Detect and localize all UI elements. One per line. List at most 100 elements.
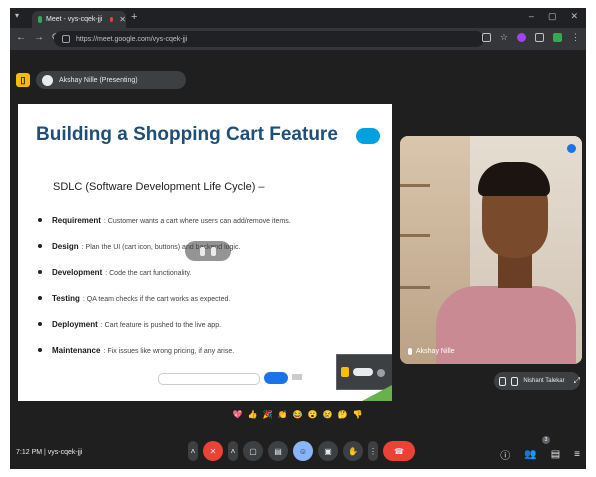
bullet-label: Maintenance <box>52 346 101 355</box>
reactions-bar: 💖 👍 🎉 👏 😂 😮 😢 🤔 👎 <box>232 409 363 420</box>
participant-hair <box>478 162 550 196</box>
tab-search-icon[interactable]: ▾ <box>15 11 19 20</box>
bullet-label: Development <box>52 268 103 277</box>
thinking-reaction-icon[interactable]: 🤔 <box>337 409 348 420</box>
slide-footer-graphic <box>362 385 392 401</box>
meeting-details: 7:12 PM | vys-cqek-jji <box>16 449 82 456</box>
end-call-button[interactable]: ☎ <box>383 441 415 461</box>
heart-reaction-icon[interactable]: 💖 <box>232 409 243 420</box>
bullet-icon <box>38 270 42 274</box>
list-item: Maintenance: Fix issues like wrong prici… <box>38 346 378 372</box>
bullet-text: : Cart feature is pushed to the live app… <box>100 322 222 329</box>
slide-bullet-list: Requirement: Customer wants a cart where… <box>38 216 378 372</box>
meeting-time: 7:12 PM <box>16 449 43 456</box>
chat-icon[interactable]: ▤ <box>551 449 560 460</box>
tab-close-icon[interactable]: ✕ <box>119 15 126 24</box>
meet-window: ▾ Meet - vys-cqek-jji ✕ + – ▢ ✕ ← → ⟳ ht… <box>10 8 586 469</box>
close-window-button[interactable]: ✕ <box>570 11 578 22</box>
list-item: Testing: QA team checks if the cart work… <box>38 294 378 320</box>
thumbs-down-reaction-icon[interactable]: 👎 <box>352 409 363 420</box>
recording-dot-icon <box>110 17 114 22</box>
participant-count-badge: 3 <box>542 436 550 444</box>
minimize-button[interactable]: – <box>529 11 534 22</box>
toolbar-icons: ☆ ⋮ <box>481 32 580 43</box>
bookmark-star-icon[interactable]: ☆ <box>500 32 508 43</box>
browser-toolbar: ← → ⟳ https://meet.google.com/vys-cqek-j… <box>10 28 586 50</box>
present-screen-button[interactable]: ▣ <box>318 441 338 461</box>
self-view-pill[interactable]: Nishant Talekar ⤢ <box>494 372 580 390</box>
bullet-icon <box>38 244 42 248</box>
forward-icon[interactable]: → <box>34 32 44 43</box>
bullet-label: Requirement <box>52 216 101 225</box>
mini-meet-logo-icon <box>341 367 349 377</box>
bullet-label: Deployment <box>52 320 98 329</box>
meet-bottom-bar: 7:12 PM | vys-cqek-jji ˄ ✕ ˄ ▢ ▤ ☺ ▣ ✋ ⋮… <box>10 436 586 469</box>
site-info-icon[interactable] <box>62 35 70 43</box>
expand-icon[interactable]: ⤢ <box>574 376 580 386</box>
extension-icon[interactable] <box>517 33 526 42</box>
thumbs-up-reaction-icon[interactable]: 👍 <box>247 409 258 420</box>
camera-options-button[interactable]: ˄ <box>228 441 238 461</box>
camera-permission-icon[interactable] <box>481 33 491 42</box>
address-url: https://meet.google.com/vys-cqek-jji <box>76 35 188 43</box>
surprised-reaction-icon[interactable]: 😮 <box>307 409 318 420</box>
address-bar[interactable]: https://meet.google.com/vys-cqek-jji <box>54 31 484 47</box>
info-icon[interactable]: ⓘ <box>500 447 510 462</box>
tile-options-icon[interactable] <box>567 144 576 153</box>
presenter-label: Akshay Nille (Presenting) <box>59 76 138 84</box>
bullet-icon <box>38 296 42 300</box>
bullet-text: : Code the cart functionality. <box>105 270 192 277</box>
slide-search-box <box>158 373 260 385</box>
back-icon[interactable]: ← <box>16 32 26 43</box>
more-options-button[interactable]: ⋮ <box>368 441 378 461</box>
shelf-line <box>400 234 430 237</box>
presenter-indicator[interactable]: Akshay Nille (Presenting) <box>36 71 186 89</box>
avatar <box>42 74 53 86</box>
hand-raise-button[interactable]: ☺ <box>293 441 313 461</box>
profile-icon[interactable] <box>553 33 562 42</box>
bullet-icon <box>38 348 42 352</box>
tab-title: Meet - vys-cqek-jji <box>46 16 103 23</box>
sad-reaction-icon[interactable]: 😢 <box>322 409 333 420</box>
meeting-code: vys-cqek-jji <box>47 449 83 456</box>
salesforce-logo-icon <box>356 128 380 144</box>
browser-tab-meet[interactable]: Meet - vys-cqek-jji ✕ <box>32 11 126 28</box>
mic-off-button[interactable]: ✕ <box>203 441 223 461</box>
presentation-overlay-controls[interactable] <box>185 241 231 261</box>
mini-presenter-bar <box>353 368 373 376</box>
bullet-label: Design <box>52 242 79 251</box>
self-view-camera-icon <box>511 376 519 386</box>
slide-button <box>264 372 288 384</box>
participant-body <box>436 286 576 364</box>
slide-link <box>292 374 302 380</box>
bullet-label: Testing <box>52 294 80 303</box>
bullet-text: : Customer wants a cart where users can … <box>103 218 291 225</box>
mini-control-icon <box>377 369 385 377</box>
shared-screen: Building a Shopping Cart Feature SDLC (S… <box>18 104 392 401</box>
participant-tile[interactable]: Akshay Nille <box>400 136 582 364</box>
slide-subtitle: SDLC (Software Development Life Cycle) – <box>53 181 265 193</box>
mic-icon[interactable] <box>200 246 205 256</box>
bullet-text: : QA team checks if the cart works as ex… <box>82 296 231 303</box>
captions-button[interactable]: ▤ <box>268 441 288 461</box>
pin-icon[interactable] <box>211 246 216 256</box>
new-tab-icon[interactable]: + <box>131 11 137 23</box>
call-controls: ˄ ✕ ˄ ▢ ▤ ☺ ▣ ✋ ⋮ ☎ <box>188 441 415 461</box>
raise-hand-icon[interactable]: ✋ <box>343 441 363 461</box>
clap-reaction-icon[interactable]: 👏 <box>277 409 288 420</box>
slide-title: Building a Shopping Cart Feature <box>36 124 338 145</box>
activities-icon[interactable]: ≡ <box>574 449 580 460</box>
shelf-line <box>400 184 430 187</box>
mic-options-button[interactable]: ˄ <box>188 441 198 461</box>
browser-menu-icon[interactable]: ⋮ <box>571 32 580 43</box>
list-item: Development: Code the cart functionality… <box>38 268 378 294</box>
split-view-icon[interactable] <box>535 33 544 42</box>
camera-button[interactable]: ▢ <box>243 441 263 461</box>
bullet-icon <box>38 322 42 326</box>
laugh-reaction-icon[interactable]: 😂 <box>292 409 303 420</box>
maximize-button[interactable]: ▢ <box>548 11 557 22</box>
people-icon[interactable]: 👥 <box>524 449 536 460</box>
party-reaction-icon[interactable]: 🎉 <box>262 409 273 420</box>
meet-header: ▯ Akshay Nille (Presenting) <box>10 68 586 94</box>
list-item: Deployment: Cart feature is pushed to th… <box>38 320 378 346</box>
